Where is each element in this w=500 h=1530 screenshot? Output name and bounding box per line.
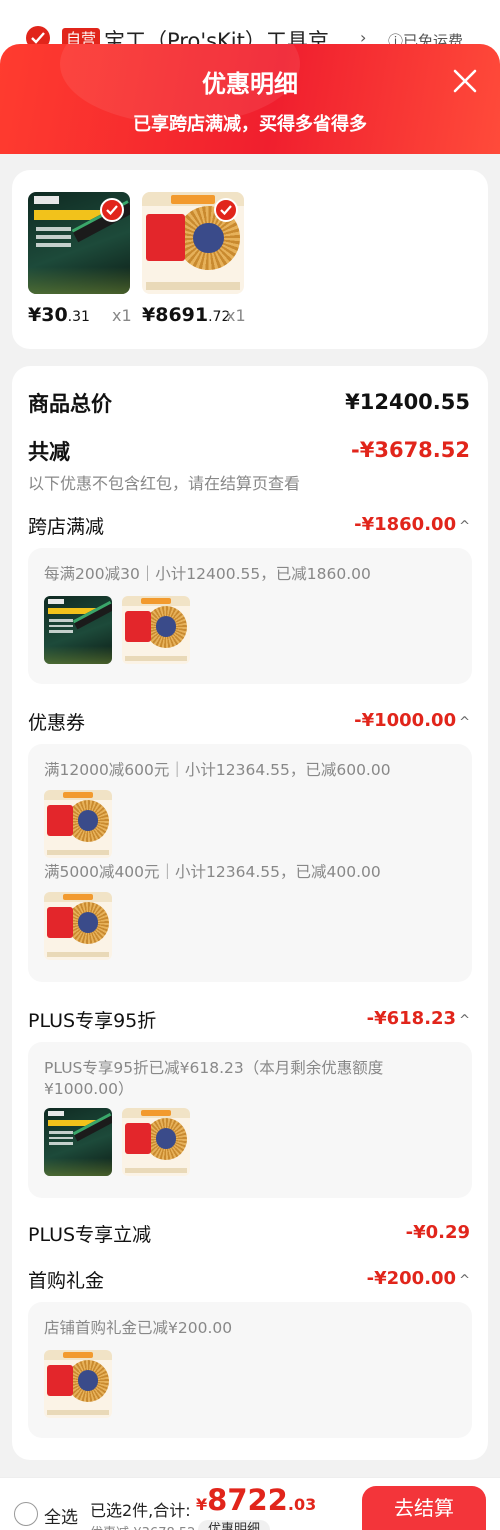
product-price: ¥30.31: [28, 304, 90, 326]
selected-summary: 已选2件,合计:: [90, 1501, 191, 1520]
check-icon: [220, 205, 232, 215]
coupon-toggle[interactable]: -¥1000.00 ^: [354, 710, 470, 731]
cross-store-panel: 每满200减30｜小计12400.55，已减1860.00: [28, 548, 472, 684]
sheet-subtitle: 已享跨店满减，买得多省得多: [133, 114, 367, 135]
product-thumbnail-heat-gun: [44, 596, 112, 664]
total-price-label: 商品总价: [28, 392, 112, 416]
cross-store-detail: 每满200减30｜小计12400.55，已减1860.00: [44, 565, 371, 583]
total-price-value: ¥12400.55: [345, 390, 470, 414]
select-all-label[interactable]: 全选: [44, 1503, 78, 1528]
total-discount-label: 共减: [28, 440, 70, 464]
chevron-up-icon: ^: [459, 1013, 470, 1028]
product-quantity: x1: [112, 306, 132, 325]
coupon-detail-2: 满5000减400元｜小计12364.55，已减400.00: [44, 863, 381, 881]
product-price: ¥8691.72: [142, 304, 231, 326]
chevron-up-icon: ^: [459, 1273, 470, 1288]
close-icon: [453, 69, 477, 93]
coupon-detail-1: 满12000减600元｜小计12364.55，已减600.00: [44, 761, 391, 779]
select-all-radio[interactable]: [14, 1502, 38, 1526]
product-thumbnail-coil: [44, 1350, 112, 1418]
product-thumbnail-heat-gun: [44, 1108, 112, 1176]
close-button[interactable]: [450, 66, 480, 96]
selected-products-card: ¥30.31 x1 ¥8691.72 x1: [12, 170, 488, 349]
product-thumbnail-coil: [44, 790, 112, 858]
plus-instant-value: -¥0.29: [405, 1222, 470, 1243]
coupon-panel: 满12000减600元｜小计12364.55，已减600.00 满5000减40…: [28, 744, 472, 982]
cross-store-label: 跨店满减: [28, 516, 105, 538]
cross-store-toggle[interactable]: -¥1860.00 ^: [354, 514, 470, 535]
coupon-label: 优惠券: [28, 712, 86, 734]
first-gift-detail: 店铺首购礼金已减¥200.00: [44, 1319, 233, 1337]
product-thumbnail-coil: [122, 1108, 190, 1176]
plus-discount-value: -¥618.23: [366, 1008, 457, 1029]
coupon-value: -¥1000.00: [354, 710, 457, 731]
product-thumbnail-coil: [44, 892, 112, 960]
plus-discount-panel: PLUS专享95折已减¥618.23（本月剩余优惠额度¥1000.00）: [28, 1042, 472, 1198]
product-image-coil[interactable]: [142, 192, 244, 294]
red-packet-note: 以下优惠不包含红包，请在结算页查看: [28, 474, 301, 493]
first-gift-label: 首购礼金: [28, 1270, 105, 1292]
first-gift-value: -¥200.00: [366, 1268, 457, 1289]
total-discount-value: -¥3678.52: [351, 438, 470, 462]
chevron-up-icon: ^: [459, 715, 470, 730]
product-selected-check[interactable]: [214, 198, 238, 222]
checkout-bar: 全选 已选2件,合计: ¥8722.03 优惠减:¥3678.52 优惠明细 去…: [0, 1477, 500, 1530]
plus-discount-label: PLUS专享95折: [28, 1010, 157, 1032]
plus-discount-detail: PLUS专享95折已减¥618.23（本月剩余优惠额度¥1000.00）: [44, 1059, 384, 1098]
product-quantity: x1: [226, 306, 246, 325]
order-total: ¥8722.03: [196, 1483, 317, 1517]
sheet-header: 优惠明细 已享跨店满减，买得多省得多: [0, 44, 500, 154]
plus-discount-toggle[interactable]: -¥618.23 ^: [367, 1008, 470, 1029]
chevron-up-icon: ^: [459, 519, 470, 534]
sheet-title: 优惠明细: [202, 70, 298, 98]
product-selected-check[interactable]: [100, 198, 124, 222]
product-thumbnail-coil: [122, 596, 190, 664]
product-image-heat-gun[interactable]: [28, 192, 130, 294]
cross-store-value: -¥1860.00: [354, 514, 457, 535]
first-gift-toggle[interactable]: -¥200.00 ^: [367, 1268, 470, 1289]
check-icon: [106, 205, 118, 215]
discount-summary: 优惠减:¥3678.52: [90, 1522, 195, 1530]
discount-detail-sheet: 优惠明细 已享跨店满减，买得多省得多 ¥30.31 x1 ¥8691.72 x1…: [0, 44, 500, 1530]
plus-instant-label: PLUS专享立减: [28, 1224, 152, 1246]
checkout-button[interactable]: 去结算: [362, 1486, 486, 1530]
check-icon: [31, 32, 45, 44]
discount-breakdown-card: 商品总价 ¥12400.55 共减 -¥3678.52 以下优惠不包含红包，请在…: [12, 366, 488, 1460]
discount-detail-chip[interactable]: 优惠明细: [198, 1520, 271, 1530]
first-gift-panel: 店铺首购礼金已减¥200.00: [28, 1302, 472, 1438]
